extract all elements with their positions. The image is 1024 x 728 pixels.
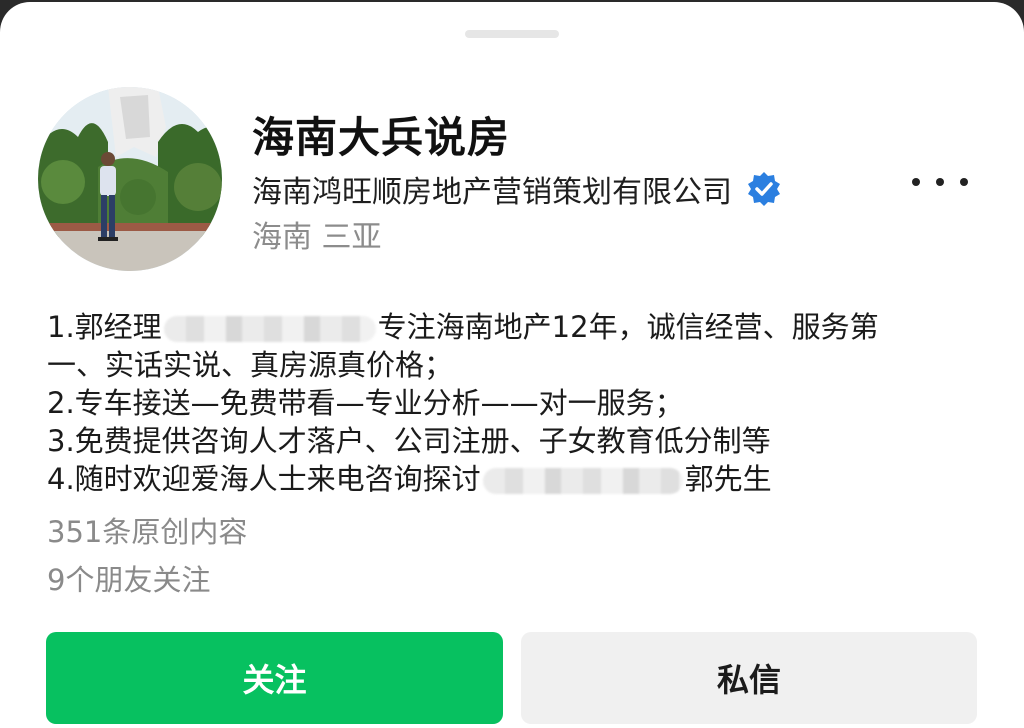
profile-name: 海南大兵说房: [252, 113, 511, 162]
bio-line: 1.郭经理 专注海南地产12年，诚信经营、服务第: [47, 308, 947, 346]
follow-button[interactable]: 关注: [46, 632, 503, 724]
profile-sheet: 海南大兵说房 海南鸿旺顺房地产营销策划有限公司 海南 三亚 1.郭经理 专注海南地…: [0, 2, 1024, 728]
bio-line: 一、实话实说、真房源真价格；: [47, 348, 454, 382]
bio-line: 3.免费提供咨询人才落户、公司注册、子女教育低分制等: [47, 424, 771, 458]
message-button[interactable]: 私信: [521, 632, 977, 724]
verified-badge-icon: [746, 171, 782, 207]
bio-text: 专注海南地产12年，诚信经营、服务第: [377, 310, 879, 344]
bio-text: 1.郭经理: [47, 310, 162, 344]
company-row: 海南鸿旺顺房地产营销策划有限公司: [252, 167, 782, 211]
dot-icon: [936, 178, 944, 186]
avatar[interactable]: [38, 87, 222, 271]
sheet-drag-handle[interactable]: [465, 30, 559, 38]
bio-line: 4.随时欢迎爱海人士来电咨询探讨 郭先生: [47, 460, 947, 498]
dot-icon: [960, 178, 968, 186]
original-content-count[interactable]: 351条原创内容: [47, 509, 247, 551]
avatar-photo: [38, 87, 222, 271]
redacted-phone: [482, 468, 683, 494]
bio-line: 2.专车接送—免费带看—专业分析——对一服务；: [47, 386, 684, 420]
bio-text: 4.随时欢迎爱海人士来电咨询探讨: [47, 462, 481, 496]
location: 海南 三亚: [252, 220, 382, 255]
redacted-phone: [163, 316, 376, 342]
friends-following[interactable]: 9个朋友关注: [47, 557, 210, 599]
company-name: 海南鸿旺顺房地产营销策划有限公司: [252, 175, 732, 210]
more-options-icon[interactable]: [912, 162, 968, 202]
bio-text: 郭先生: [684, 462, 772, 496]
profile-bio: 1.郭经理 专注海南地产12年，诚信经营、服务第 一、实话实说、真房源真价格； 2…: [47, 308, 947, 498]
dot-icon: [912, 178, 920, 186]
